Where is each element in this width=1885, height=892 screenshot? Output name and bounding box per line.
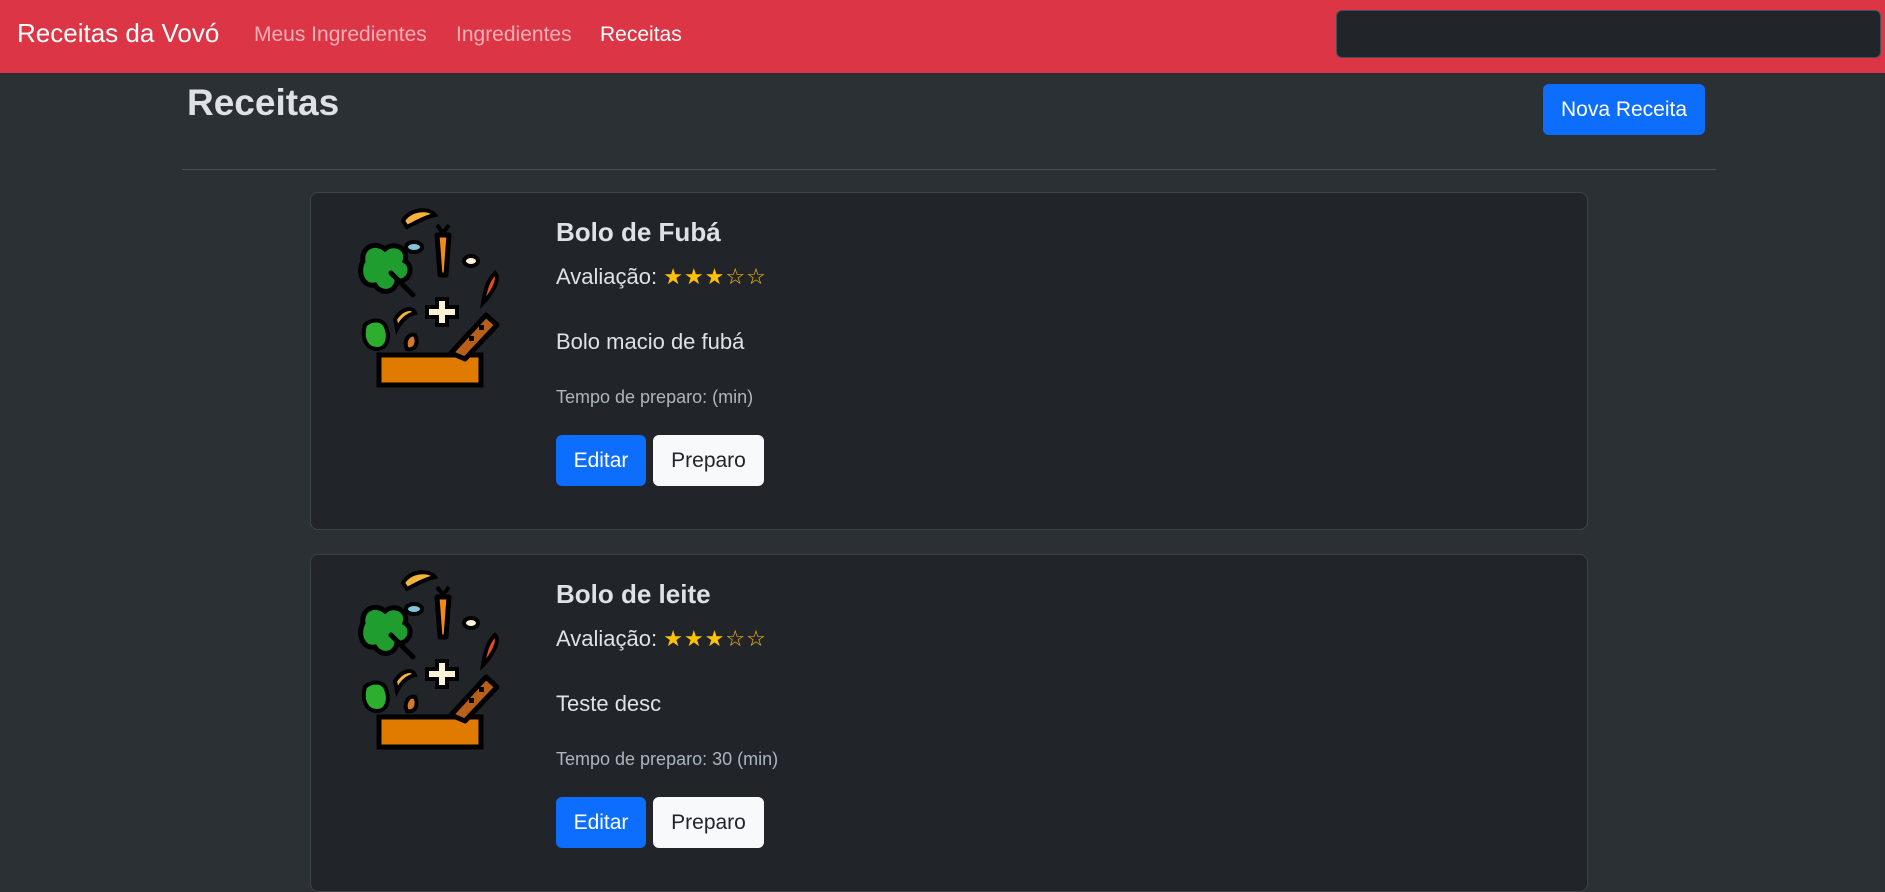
prep-time-value: 30 (min): [712, 749, 779, 769]
recipe-description: Teste desc: [556, 691, 662, 716]
nav-link-ingredientes[interactable]: Ingredientes: [456, 23, 572, 47]
prep-time-value: (min): [712, 387, 754, 407]
preparo-button[interactable]: Preparo: [653, 435, 764, 486]
recipe-title: Bolo de leite: [556, 579, 711, 609]
rating-label: Avaliação:: [556, 626, 658, 651]
prep-time: Tempo de preparo: 30 (min): [556, 749, 778, 770]
search-input[interactable]: [1336, 10, 1881, 58]
nav-link-meus-ingredientes[interactable]: Meus Ingredientes: [254, 23, 427, 47]
recipe-card: Bolo de Fubá Avaliação: ★★★☆☆ Bolo macio…: [310, 192, 1588, 530]
top-navbar: Receitas da Vovó Meus Ingredientes Ingre…: [0, 0, 1885, 73]
vegetables-cooking-pot-icon: [351, 565, 511, 750]
rating-label: Avaliação:: [556, 264, 658, 289]
rating-stars-icon: ★★★☆☆: [663, 626, 767, 651]
preparo-button[interactable]: Preparo: [653, 797, 764, 848]
divider: [182, 169, 1716, 170]
prep-time-label: Tempo de preparo:: [556, 749, 708, 769]
recipe-card: Bolo de leite Avaliação: ★★★☆☆ Teste des…: [310, 554, 1588, 892]
recipe-rating: Avaliação: ★★★☆☆: [556, 264, 767, 290]
vegetables-cooking-pot-icon: [351, 203, 511, 388]
edit-button[interactable]: Editar: [556, 435, 646, 486]
new-recipe-button[interactable]: Nova Receita: [1543, 84, 1705, 135]
edit-button[interactable]: Editar: [556, 797, 646, 848]
prep-time: Tempo de preparo: (min): [556, 387, 753, 408]
recipe-rating: Avaliação: ★★★☆☆: [556, 626, 767, 652]
prep-time-label: Tempo de preparo:: [556, 387, 708, 407]
brand-logo[interactable]: Receitas da Vovó: [17, 18, 219, 49]
recipe-description: Bolo macio de fubá: [556, 329, 745, 354]
recipe-title: Bolo de Fubá: [556, 217, 721, 247]
nav-link-receitas[interactable]: Receitas: [600, 23, 682, 47]
rating-stars-icon: ★★★☆☆: [663, 264, 767, 289]
page-title: Receitas: [187, 82, 340, 123]
